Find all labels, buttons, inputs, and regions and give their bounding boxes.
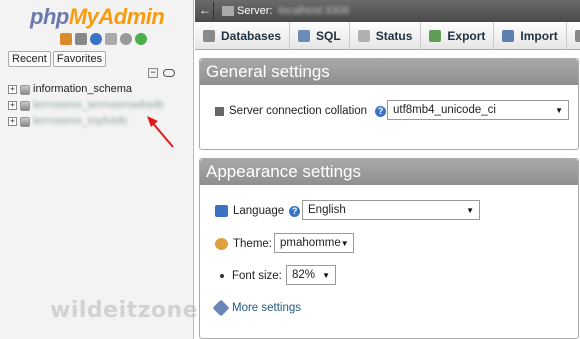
theme-row: Theme:: [215, 234, 272, 254]
phpmyadmin-logo[interactable]: phpMyAdmin: [30, 4, 165, 30]
font-size-row: Font size:: [220, 266, 282, 286]
expand-icon[interactable]: +: [8, 117, 17, 126]
wrench-icon: [574, 30, 580, 42]
chevron-down-icon: ▼: [322, 270, 330, 280]
server-icon: [222, 6, 234, 16]
database-name[interactable]: information_schema: [33, 83, 132, 96]
font-size-label: Font size:: [232, 270, 282, 282]
select-value: pmahomme: [280, 237, 341, 249]
server-label[interactable]: Server:: [237, 5, 272, 17]
more-settings-row[interactable]: More settings: [212, 298, 301, 318]
panel-title: Appearance settings: [200, 159, 578, 185]
database-icon: [203, 30, 215, 42]
expand-icon[interactable]: +: [8, 85, 17, 94]
database-icon: [20, 116, 30, 127]
collation-row: Server connection collation ?: [215, 101, 387, 121]
tab-label: Databases: [221, 29, 282, 43]
select-value: English: [308, 204, 346, 216]
palette-icon: [215, 238, 228, 250]
sql-icon: [298, 30, 311, 42]
database-name[interactable]: termasmo_topfuldb: [33, 115, 127, 128]
tab-label: Export: [447, 29, 486, 43]
reload-icon[interactable]: [135, 33, 147, 45]
chevron-down-icon: ▼: [466, 205, 474, 215]
link-icon[interactable]: [163, 69, 175, 77]
quick-icons: [60, 33, 147, 45]
chevron-down-icon: ▼: [340, 238, 349, 248]
tree-item-information-schema[interactable]: + information_schema: [8, 83, 132, 96]
language-select[interactable]: English ▼: [302, 200, 480, 220]
tree-item-database[interactable]: + termasmo_termasmadiadb: [8, 99, 164, 112]
bullet-icon: [220, 274, 224, 278]
theme-label: Theme:: [233, 238, 272, 250]
tab-settings[interactable]: [567, 22, 580, 50]
breadcrumb-bar: ← Server: localhost:3306: [195, 0, 580, 22]
expand-icon[interactable]: +: [8, 101, 17, 110]
more-settings-link[interactable]: More settings: [232, 302, 301, 314]
help-icon[interactable]: ?: [375, 105, 387, 117]
wrench-icon: [212, 299, 230, 317]
tab-status[interactable]: Status: [350, 22, 422, 50]
red-arrow-annotation: [147, 116, 174, 148]
collation-label: Server connection collation: [229, 105, 368, 117]
gear-icon[interactable]: [120, 33, 132, 45]
collation-icon: [215, 106, 224, 116]
tab-import[interactable]: Import: [494, 22, 567, 50]
database-icon: [20, 100, 30, 111]
collation-select[interactable]: utf8mb4_unicode_ci ▼: [387, 100, 569, 120]
select-value: utf8mb4_unicode_ci: [393, 104, 496, 116]
database-name[interactable]: termasmo_termasmadiadb: [33, 99, 164, 112]
docs-icon[interactable]: [105, 33, 117, 45]
exit-icon[interactable]: [75, 33, 87, 45]
chevron-down-icon: ▼: [555, 105, 563, 115]
watermark: wildeitzone: [50, 298, 199, 323]
import-icon: [502, 30, 515, 42]
recent-tab[interactable]: Recent: [8, 51, 51, 67]
navigation-panel: phpMyAdmin Recent Favorites − + informat…: [0, 0, 198, 339]
collapse-all-button[interactable]: −: [148, 68, 158, 78]
tab-label: SQL: [316, 29, 341, 43]
language-row: Language ?: [215, 201, 301, 221]
theme-select[interactable]: pmahomme ▼: [274, 233, 354, 253]
tree-item-database[interactable]: + termasmo_topfuldb: [8, 115, 127, 128]
help-icon[interactable]: [90, 33, 102, 45]
tab-label: Status: [375, 29, 413, 43]
font-size-select[interactable]: 82% ▼: [286, 265, 336, 285]
favorites-tab[interactable]: Favorites: [52, 51, 107, 67]
database-icon: [20, 84, 30, 95]
tab-export[interactable]: Export: [421, 22, 495, 50]
back-arrow-icon[interactable]: ←: [197, 2, 214, 20]
tab-databases[interactable]: Databases: [195, 22, 291, 50]
tab-label: Import: [520, 29, 558, 43]
help-icon[interactable]: ?: [289, 205, 301, 217]
export-icon: [429, 30, 442, 42]
select-value: 82%: [292, 269, 316, 281]
home-icon[interactable]: [60, 33, 72, 45]
status-icon: [357, 30, 370, 42]
language-label: Language: [233, 205, 285, 217]
language-icon: [215, 205, 228, 217]
server-value[interactable]: localhost:3306: [278, 5, 349, 17]
main-menu: Databases SQL Status Export Import: [195, 22, 580, 50]
panel-title: General settings: [200, 59, 578, 85]
tab-sql[interactable]: SQL: [290, 22, 350, 50]
